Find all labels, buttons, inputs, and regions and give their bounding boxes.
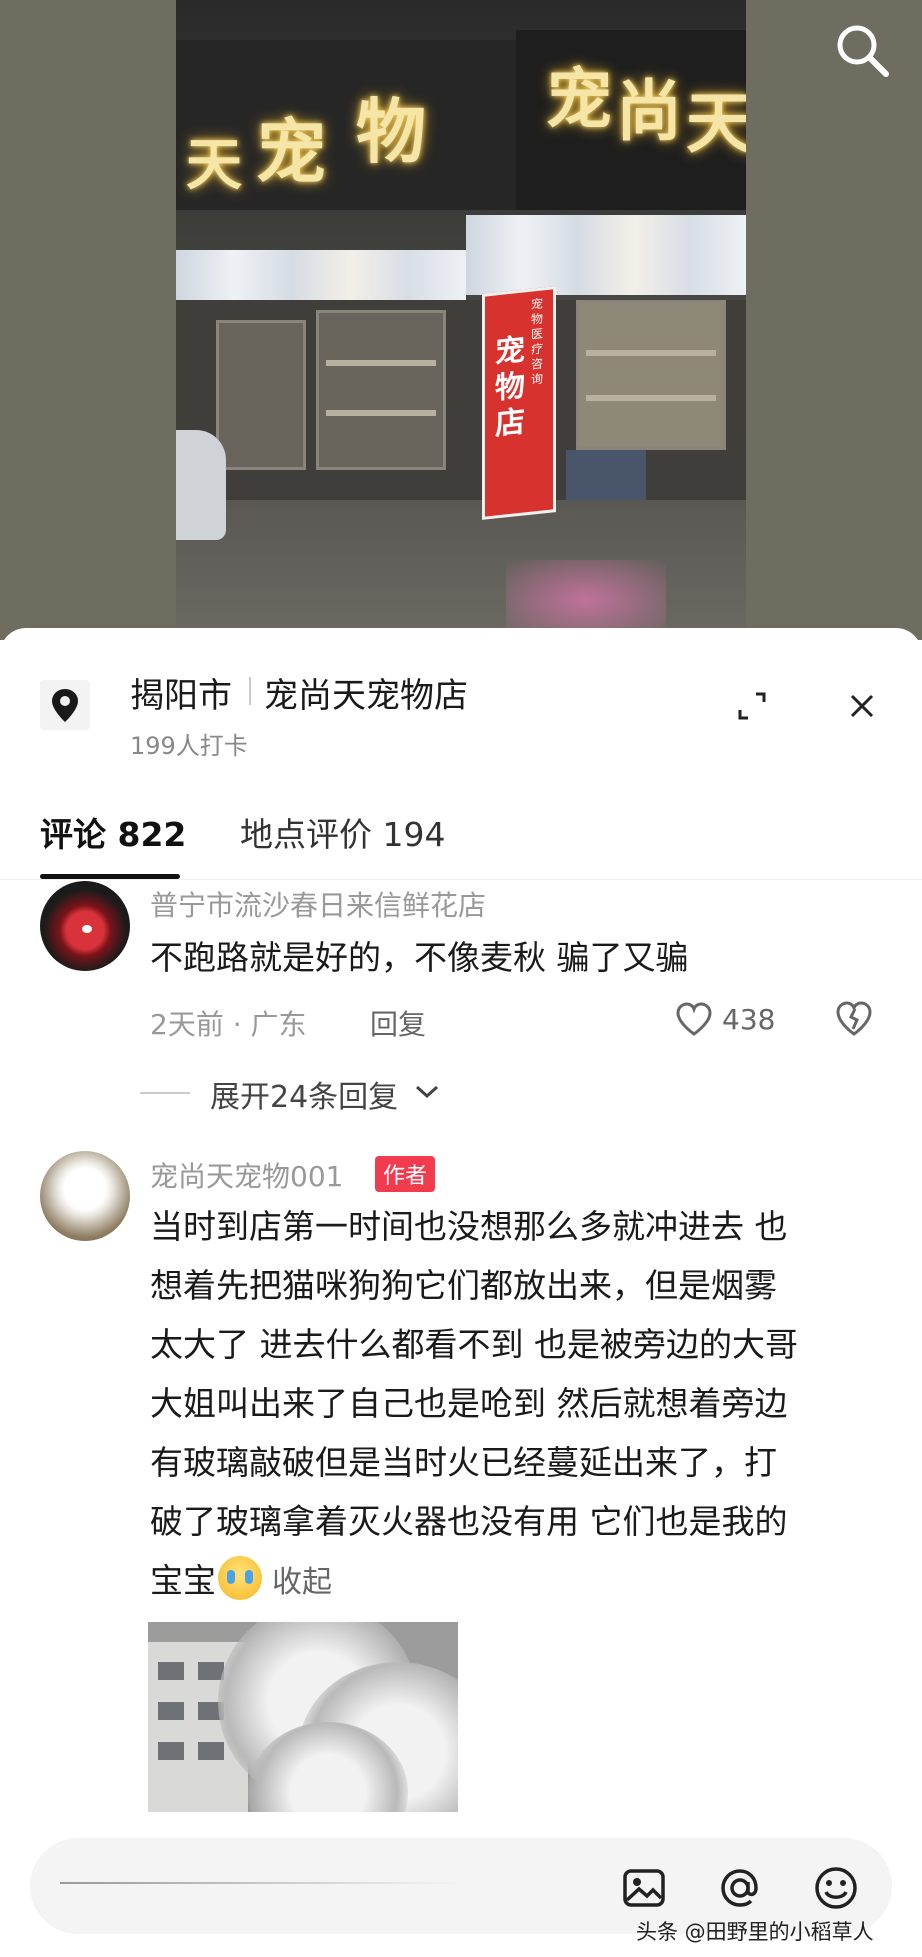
sign-char: 天: [686, 84, 746, 162]
banner-big-text: 宠物店: [495, 332, 525, 443]
chevron-down-icon: [415, 1085, 439, 1099]
store-photo[interactable]: 天 宠 物 宠 尚 天 宠物医疗咨询 宠物店: [176, 0, 746, 640]
red-banner: 宠物医疗咨询 宠物店: [482, 286, 556, 520]
comment-text-line: 破了玻璃拿着灭火器也没有用 它们也是我的: [150, 1502, 788, 1541]
window: [158, 1742, 184, 1760]
comment-text-line: 太大了 进去什么都看不到 也是被旁边的大哥: [150, 1325, 798, 1364]
expand-icon[interactable]: [734, 688, 770, 724]
location-sheet: 揭阳市 宠尚天宠物店 199人打卡 评论 822 地点评价 194 普宁市流沙春…: [0, 628, 922, 1957]
author-badge: 作者: [375, 1156, 436, 1192]
parked-car: [176, 430, 226, 540]
like-heart-icon[interactable]: [674, 1001, 714, 1037]
close-icon[interactable]: [844, 688, 880, 724]
cat-poster-strip: [466, 215, 746, 295]
place-city[interactable]: 揭阳市: [130, 668, 232, 717]
comment-fire-photo[interactable]: [148, 1622, 458, 1812]
expand-divider: [140, 1092, 190, 1094]
comment-text-line: 想着先把猫咪狗狗它们都放出来，但是烟雾: [150, 1266, 777, 1305]
avatar[interactable]: [40, 1151, 130, 1241]
product-bags: [566, 450, 646, 500]
dislike-heart-icon[interactable]: [834, 998, 874, 1038]
comment-text-line: 有玻璃敲破但是当时火已经蔓延出来了，打: [150, 1443, 777, 1482]
at-icon[interactable]: [716, 1864, 764, 1912]
window: [158, 1662, 184, 1680]
comment-text-line: 宝宝: [150, 1561, 216, 1600]
checkin-count: 199人打卡: [130, 732, 248, 760]
shelf: [586, 350, 716, 356]
image-icon[interactable]: [620, 1864, 668, 1912]
sign-char: 尚: [616, 72, 682, 150]
sign-char: 宠: [256, 110, 326, 193]
shop-window: [316, 310, 446, 470]
like-count: 438: [722, 1003, 776, 1036]
shelf: [326, 410, 436, 416]
reply-button[interactable]: 回复: [370, 1003, 426, 1043]
tab-comments[interactable]: 评论 822: [40, 808, 186, 856]
window: [158, 1702, 184, 1720]
place-separator: [249, 677, 251, 705]
comment-text-line: 大姐叫出来了自己也是呛到 然后就想着旁边: [150, 1384, 788, 1423]
crying-emoji-icon: [218, 1556, 262, 1600]
shop-window: [216, 320, 306, 470]
watermark: 头条 @田野里的小稻草人: [636, 1920, 874, 1944]
window: [198, 1742, 224, 1760]
sign-char: 天: [186, 132, 242, 198]
input-cursor: [60, 1882, 460, 1884]
tab-place-reviews[interactable]: 地点评价 194: [240, 808, 445, 856]
emoji-icon[interactable]: [812, 1864, 860, 1912]
sign-char: 物: [356, 90, 426, 173]
comment-text: 不跑路就是好的，不像麦秋 骗了又骗: [150, 938, 689, 977]
banner-small-text: 宠物医疗咨询: [531, 296, 544, 387]
shelf: [586, 395, 716, 401]
tab-divider: [0, 879, 922, 880]
shelf: [326, 360, 436, 366]
comment-username[interactable]: 普宁市流沙春日来信鲜花店: [150, 884, 486, 924]
expand-replies-button[interactable]: 展开24条回复: [210, 1072, 398, 1116]
search-icon[interactable]: [830, 18, 894, 82]
comment-text-line: 当时到店第一时间也没想那么多就冲进去 也: [150, 1207, 788, 1246]
sign-char: 宠: [546, 60, 612, 138]
comment-time-location: 2天前 · 广东: [150, 1008, 307, 1041]
comment-username[interactable]: 宠尚天宠物001: [150, 1155, 343, 1195]
avatar[interactable]: [40, 881, 130, 971]
place-name[interactable]: 宠尚天宠物店: [264, 668, 468, 717]
location-pin-icon: [40, 680, 90, 730]
comment-last-line: 宝宝 收起: [150, 1554, 332, 1602]
store-photo-area: 天 宠 物 宠 尚 天 宠物医疗咨询 宠物店: [0, 0, 922, 640]
collapse-button[interactable]: 收起: [272, 1565, 332, 1600]
shop-window: [576, 300, 726, 450]
